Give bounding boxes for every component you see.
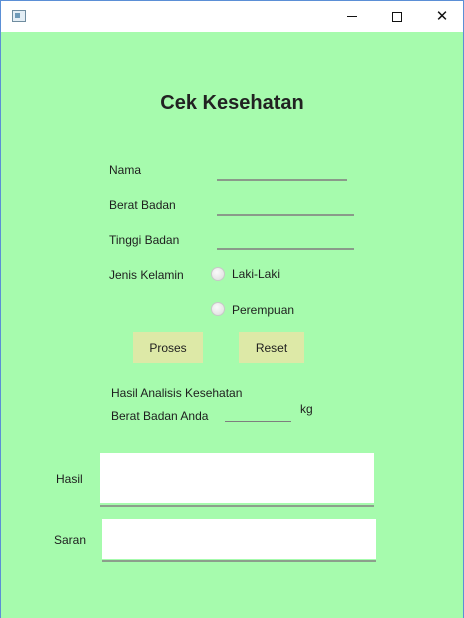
radio-laki-laki-label[interactable]: Laki-Laki <box>232 267 280 281</box>
saran-label: Saran <box>54 533 87 547</box>
proses-button[interactable]: Proses <box>133 332 203 363</box>
radio-perempuan-label[interactable]: Perempuan <box>232 303 294 317</box>
reset-button[interactable]: Reset <box>239 332 304 363</box>
hasil-label: Hasil <box>56 472 83 486</box>
jenis-kelamin-label: Jenis Kelamin <box>109 268 184 282</box>
minimize-icon <box>347 16 357 17</box>
saran-textarea[interactable] <box>102 519 376 559</box>
nama-label: Nama <box>109 163 142 177</box>
form-panel: Cek Kesehatan Nama Berat Badan Tinggi Ba… <box>1 32 463 618</box>
app-window: ✕ Cek Kesehatan Nama Berat Badan Tinggi … <box>0 0 464 618</box>
title-bar[interactable]: ✕ <box>1 1 463 32</box>
berat-badan-label: Berat Badan <box>109 198 176 212</box>
hasil-underline <box>100 505 374 507</box>
hasil-analisis-label: Hasil Analisis Kesehatan <box>111 386 243 400</box>
window-app-icon <box>12 10 26 22</box>
saran-underline <box>102 560 376 562</box>
berat-badan-anda-label: Berat Badan Anda <box>111 409 209 423</box>
nama-input[interactable] <box>217 159 347 181</box>
kg-unit-label: kg <box>300 402 313 416</box>
close-icon: ✕ <box>435 7 449 25</box>
tinggi-badan-label: Tinggi Badan <box>109 233 180 247</box>
berat-badan-anda-underline <box>225 421 291 422</box>
hasil-textarea[interactable] <box>100 453 374 503</box>
page-title: Cek Kesehatan <box>160 92 304 114</box>
radio-laki-laki[interactable] <box>211 267 225 281</box>
berat-badan-input[interactable] <box>217 194 354 216</box>
tinggi-badan-input[interactable] <box>217 228 354 250</box>
close-button[interactable]: ✕ <box>419 1 464 32</box>
maximize-button[interactable] <box>374 1 420 32</box>
maximize-icon <box>392 11 402 22</box>
radio-perempuan[interactable] <box>211 302 225 316</box>
minimize-button[interactable] <box>329 1 375 32</box>
